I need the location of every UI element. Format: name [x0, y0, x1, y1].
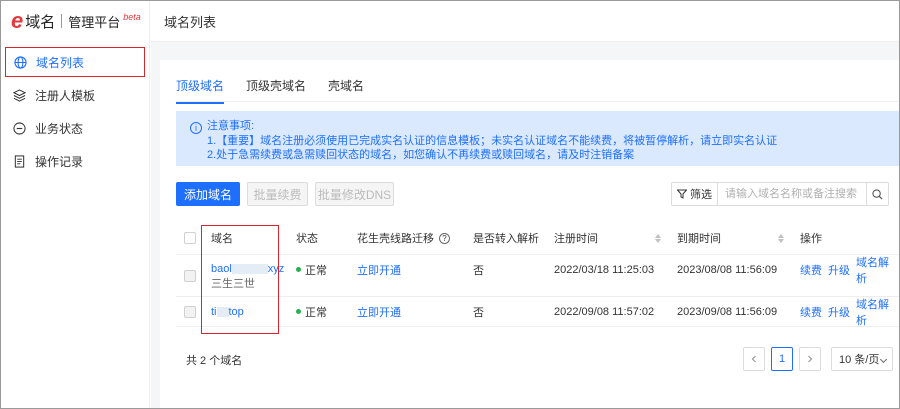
next-page-button[interactable]: [799, 347, 821, 371]
tab-top-level-shell-domain[interactable]: 顶级壳域名: [246, 77, 306, 104]
sort-expires-icon[interactable]: [772, 222, 784, 254]
document-icon: [12, 154, 26, 168]
globe-icon: [13, 55, 27, 69]
dns-resolve-link[interactable]: 域名解析: [856, 299, 899, 327]
domain-table: 域名 状态 花生壳线路迁移 ? 是否转入解析 注册时间 到期时间 操作 baol…: [176, 222, 899, 327]
notice-line-2: 2.处于急需续费或急需赎回状态的域名，如您确认不再续费或赎回域名，请及时注销备案: [207, 149, 635, 161]
sidebar-item-label: 域名列表: [36, 55, 85, 70]
column-header-status: 状态: [296, 233, 318, 245]
column-header-registered[interactable]: 注册时间: [554, 222, 598, 254]
notice-banner: i 注意事项: 1.【重要】域名注册必须使用已完成实名认证的信息模板；未实名认证域…: [176, 111, 899, 166]
page-size-select[interactable]: 10 条/页: [831, 347, 893, 371]
brand-name: 域名: [25, 13, 56, 31]
sidebar-item-operation-log[interactable]: 操作记录: [5, 146, 145, 176]
row-checkbox[interactable]: [184, 306, 196, 318]
dns-resolve-link[interactable]: 域名解析: [856, 257, 899, 285]
status-dot-icon: [296, 309, 301, 314]
brand-logo[interactable]: e 域名 管理平台 beta: [1, 1, 149, 41]
total-count: 共 2 个域名: [186, 355, 243, 367]
sidebar-item-registrant-template[interactable]: 注册人模板: [5, 80, 145, 110]
registered-time: 2022/03/18 11:25:03: [554, 263, 655, 276]
table-row: baol xyz 三生三世 正常 立即开通 否 2022/03/18 11:25:…: [176, 255, 899, 297]
info-icon: i: [190, 122, 202, 134]
page-header: 域名列表: [151, 1, 899, 42]
column-header-migration-label: 花生壳线路迁移: [357, 233, 434, 245]
brand-divider: [61, 14, 63, 28]
domain-column-highlight: [201, 225, 279, 334]
sidebar-item-domain-list[interactable]: 域名列表: [5, 47, 145, 77]
batch-renew-button[interactable]: 批量续费: [247, 182, 308, 206]
batch-modify-dns-button[interactable]: 批量修改DNS: [315, 182, 394, 206]
registered-time: 2022/09/08 11:57:02: [554, 305, 655, 318]
prev-page-button[interactable]: [743, 347, 765, 371]
layers-icon: [12, 88, 26, 102]
status-dot-icon: [296, 267, 301, 272]
status-cell: 正常: [296, 262, 327, 277]
sidebar-item-label: 注册人模板: [35, 88, 96, 103]
notice-title: 注意事项:: [207, 120, 255, 132]
tab-top-level-domain[interactable]: 顶级域名: [176, 77, 225, 104]
column-header-migration: 花生壳线路迁移 ?: [357, 222, 450, 254]
filter-label: 筛选: [690, 189, 712, 201]
upgrade-link[interactable]: 升级: [828, 304, 850, 319]
chevron-down-icon: [879, 355, 888, 364]
add-domain-button[interactable]: 添加域名: [176, 182, 240, 206]
status-icon: [12, 121, 26, 135]
transferred-cell: 否: [473, 264, 484, 277]
table-row: ti top 正常 立即开通 否 2022/09/08 11:57:02 2023…: [176, 297, 899, 327]
expire-time: 2023/09/08 11:56:09: [677, 305, 778, 318]
expire-time: 2023/08/08 11:56:09: [677, 263, 778, 276]
enable-migration-link[interactable]: 立即开通: [357, 304, 401, 319]
column-header-actions: 操作: [800, 233, 822, 245]
help-icon[interactable]: ?: [439, 232, 450, 244]
beta-badge: beta: [123, 12, 141, 22]
sidebar-item-business-status[interactable]: 业务状态: [5, 113, 145, 143]
chevron-left-icon: [751, 355, 756, 363]
brand-subtitle: 管理平台: [68, 14, 121, 30]
column-header-transferred: 是否转入解析: [473, 233, 539, 245]
search-icon: [872, 188, 883, 200]
table-header-row: 域名 状态 花生壳线路迁移 ? 是否转入解析 注册时间 到期时间 操作: [176, 222, 899, 255]
page-title: 域名列表: [164, 14, 217, 30]
sidebar: e 域名 管理平台 beta 域名列表 注册人模板 业务状态 操作记录: [1, 1, 150, 408]
domain-type-tabs: 顶级域名 顶级壳域名 壳域名: [176, 77, 386, 104]
renew-link[interactable]: 续费: [800, 304, 822, 319]
select-all-checkbox[interactable]: [184, 222, 196, 254]
page-number-button[interactable]: 1: [771, 347, 793, 371]
brand-logo-letter: e: [11, 8, 24, 33]
sort-registered-icon[interactable]: [649, 222, 661, 254]
renew-link[interactable]: 续费: [800, 262, 822, 277]
status-cell: 正常: [296, 304, 327, 319]
page-size-value: 10 条/页: [839, 354, 880, 366]
sidebar-item-label: 操作记录: [35, 154, 84, 169]
transferred-cell: 否: [473, 306, 484, 319]
filter-button[interactable]: 筛选: [672, 183, 718, 205]
sidebar-item-label: 业务状态: [35, 121, 84, 136]
chevron-right-icon: [808, 355, 813, 363]
row-checkbox[interactable]: [184, 270, 196, 282]
tab-shell-domain[interactable]: 壳域名: [328, 77, 364, 104]
search-bar: 筛选: [671, 182, 889, 206]
enable-migration-link[interactable]: 立即开通: [357, 262, 401, 277]
filter-icon: [677, 189, 687, 199]
search-input[interactable]: [718, 184, 866, 204]
search-button[interactable]: [866, 183, 888, 205]
column-header-expires-label: 到期时间: [677, 233, 721, 245]
upgrade-link[interactable]: 升级: [828, 262, 850, 277]
tabs-divider: [176, 101, 899, 102]
notice-line-1: 1.【重要】域名注册必须使用已完成实名认证的信息模板；未实名认证域名不能续费，将…: [207, 135, 778, 147]
column-header-registered-label: 注册时间: [554, 233, 598, 245]
column-header-expires[interactable]: 到期时间: [677, 222, 721, 254]
